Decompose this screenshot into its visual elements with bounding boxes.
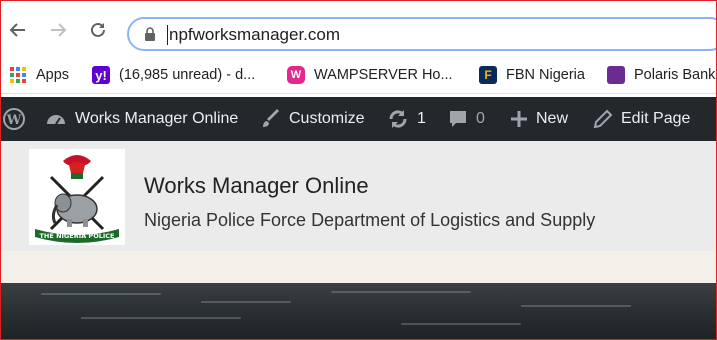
bookmark-label: FBN Nigeria bbox=[506, 67, 585, 83]
back-button[interactable] bbox=[7, 19, 29, 41]
bookmark-fbn[interactable]: F FBN Nigeria bbox=[479, 65, 585, 85]
customize-label: Customize bbox=[289, 110, 365, 127]
wampserver-icon: W bbox=[287, 66, 305, 84]
back-arrow-icon bbox=[9, 23, 25, 37]
site-name-label: Works Manager Online bbox=[75, 110, 239, 127]
site-header: THE NIGERIA POLICE Works Manager Online … bbox=[1, 141, 716, 251]
dashboard-icon bbox=[47, 115, 65, 125]
bookmark-yahoo-mail[interactable]: y! (16,985 unread) - d... bbox=[92, 65, 255, 85]
bookmark-label: Polaris Bank bbox=[634, 67, 716, 83]
comments-button[interactable]: 0 bbox=[448, 97, 485, 141]
forward-arrow-icon bbox=[51, 23, 67, 37]
nigeria-police-crest-icon: THE NIGERIA POLICE bbox=[35, 155, 119, 243]
site-description: Nigeria Police Force Department of Logis… bbox=[144, 210, 596, 230]
edit-page-label: Edit Page bbox=[621, 110, 691, 127]
comment-icon bbox=[450, 111, 466, 127]
polaris-icon bbox=[607, 66, 625, 84]
bookmark-wampserver[interactable]: W WAMPSERVER Ho... bbox=[287, 65, 453, 85]
lock-icon[interactable] bbox=[143, 27, 157, 41]
comments-count: 0 bbox=[476, 110, 485, 127]
forward-button[interactable] bbox=[47, 19, 69, 41]
edit-page-button[interactable]: Edit Page bbox=[593, 97, 690, 141]
wp-admin-bar: W Works Manager Online Customize 1 0 New… bbox=[1, 97, 716, 141]
svg-text:W: W bbox=[6, 113, 22, 128]
bookmark-label: (16,985 unread) - d... bbox=[119, 67, 256, 83]
bookmark-polaris[interactable]: Polaris Bank bbox=[607, 65, 715, 85]
reload-button[interactable] bbox=[87, 19, 109, 41]
adminbar-site-name[interactable]: Works Manager Online bbox=[45, 97, 238, 141]
browser-window: npfworksmanager.com Apps y! (16,985 unre… bbox=[0, 0, 717, 340]
url-text[interactable]: npfworksmanager.com bbox=[169, 25, 340, 45]
pencil-icon bbox=[593, 109, 613, 129]
wordpress-icon: W bbox=[3, 108, 25, 130]
bookmarks-bar: Apps y! (16,985 unread) - d... W WAMPSER… bbox=[1, 57, 716, 94]
updates-icon bbox=[389, 110, 407, 128]
text-caret bbox=[167, 25, 168, 45]
header-divider-strip bbox=[1, 251, 716, 283]
hero-image bbox=[1, 283, 716, 339]
address-bar[interactable]: npfworksmanager.com bbox=[127, 17, 716, 51]
wp-logo-button[interactable]: W bbox=[3, 97, 33, 141]
fbn-icon: F bbox=[479, 66, 497, 84]
site-title[interactable]: Works Manager Online bbox=[144, 173, 369, 199]
bookmark-label: WAMPSERVER Ho... bbox=[314, 67, 453, 83]
bookmark-label: Apps bbox=[36, 67, 70, 83]
customize-button[interactable]: Customize bbox=[261, 97, 365, 141]
police-crest-logo[interactable]: THE NIGERIA POLICE bbox=[29, 149, 125, 245]
reload-icon bbox=[91, 22, 105, 37]
updates-count: 1 bbox=[417, 110, 426, 127]
yahoo-icon: y! bbox=[92, 66, 110, 84]
paintbrush-icon bbox=[263, 109, 279, 127]
new-label: New bbox=[536, 110, 569, 127]
apps-grid-icon bbox=[10, 67, 26, 83]
browser-toolbar: npfworksmanager.com bbox=[1, 1, 716, 55]
plus-icon bbox=[511, 111, 527, 127]
updates-button[interactable]: 1 bbox=[387, 97, 426, 141]
svg-text:THE NIGERIA POLICE: THE NIGERIA POLICE bbox=[40, 232, 115, 240]
new-content-button[interactable]: New bbox=[510, 97, 568, 141]
bookmark-apps[interactable]: Apps bbox=[9, 65, 69, 85]
